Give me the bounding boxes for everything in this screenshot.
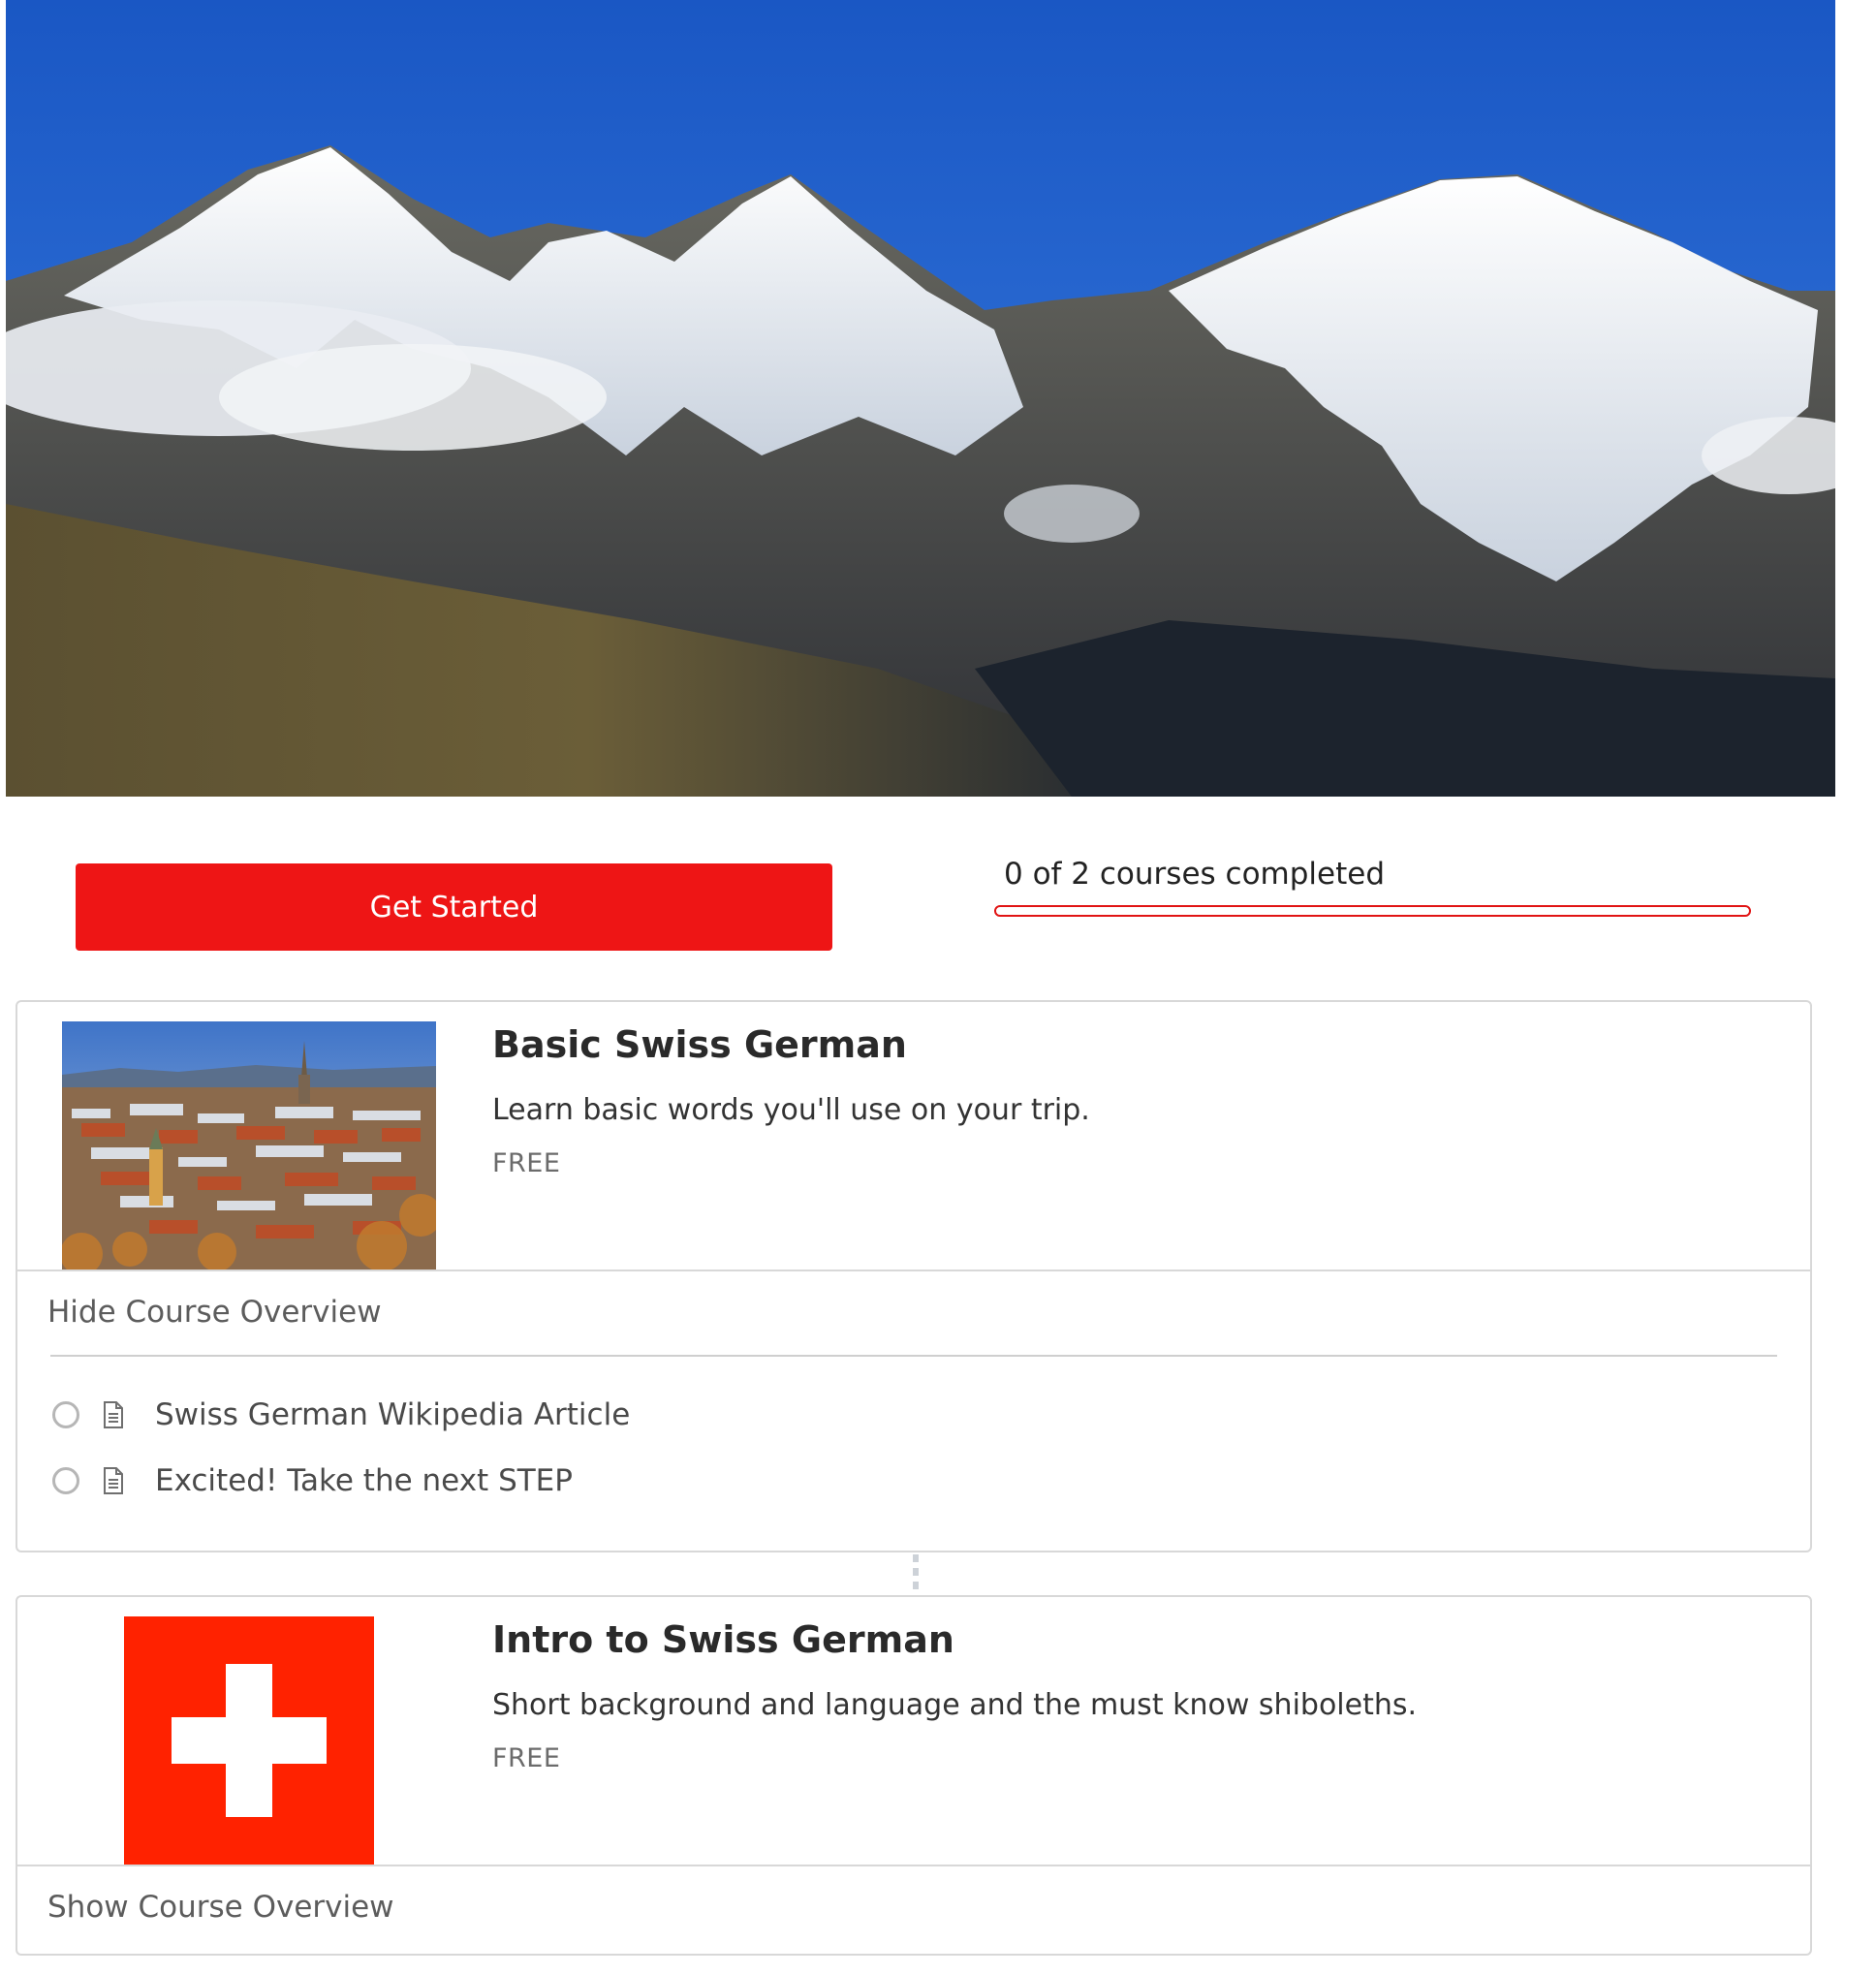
swiss-flag-icon bbox=[124, 1616, 374, 1865]
overview-divider bbox=[50, 1355, 1777, 1357]
lesson-status-radio[interactable] bbox=[52, 1467, 79, 1494]
course-description: Short background and language and the mu… bbox=[492, 1688, 1418, 1722]
courses-progress-bar bbox=[994, 905, 1751, 917]
course-price: FREE bbox=[492, 1148, 561, 1178]
hide-course-overview-toggle[interactable]: Hide Course Overview bbox=[47, 1295, 382, 1330]
course-card-basic-swiss-german: Basic Swiss German Learn basic words you… bbox=[16, 1000, 1812, 1552]
document-icon bbox=[104, 1401, 123, 1428]
bern-city-photo bbox=[62, 1021, 436, 1270]
card-divider bbox=[17, 1865, 1810, 1866]
course-connector-line bbox=[913, 1554, 919, 1593]
course-thumbnail[interactable] bbox=[62, 1021, 436, 1270]
course-thumbnail[interactable] bbox=[124, 1616, 374, 1865]
course-title[interactable]: Intro to Swiss German bbox=[492, 1618, 954, 1661]
lesson-title[interactable]: Excited! Take the next STEP bbox=[155, 1463, 573, 1498]
lesson-item[interactable]: Excited! Take the next STEP bbox=[50, 1459, 573, 1502]
course-title[interactable]: Basic Swiss German bbox=[492, 1023, 907, 1066]
course-card-intro-to-swiss-german: Intro to Swiss German Short background a… bbox=[16, 1595, 1812, 1956]
show-course-overview-toggle[interactable]: Show Course Overview bbox=[47, 1890, 394, 1925]
lesson-item[interactable]: Swiss German Wikipedia Article bbox=[50, 1394, 630, 1436]
lesson-title[interactable]: Swiss German Wikipedia Article bbox=[155, 1397, 630, 1432]
card-divider bbox=[17, 1270, 1810, 1271]
document-icon bbox=[104, 1467, 123, 1494]
get-started-button[interactable]: Get Started bbox=[76, 863, 832, 951]
courses-progress-text: 0 of 2 courses completed bbox=[1004, 857, 1385, 892]
course-description: Learn basic words you'll use on your tri… bbox=[492, 1093, 1090, 1127]
course-price: FREE bbox=[492, 1743, 561, 1773]
hero-banner-image bbox=[6, 0, 1835, 797]
mountain-illustration bbox=[6, 0, 1835, 797]
lesson-status-radio[interactable] bbox=[52, 1401, 79, 1428]
